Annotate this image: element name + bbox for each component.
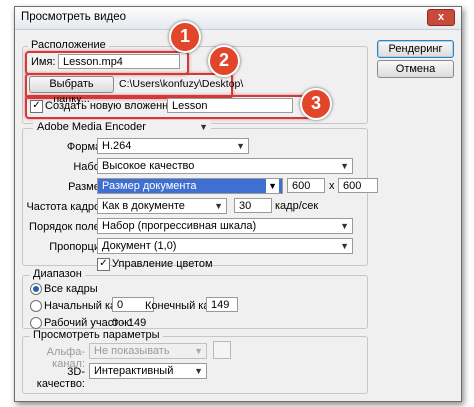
chevron-down-icon: ▼ [266, 179, 279, 193]
range-legend: Диапазон [30, 268, 85, 280]
work-area-value: 0 - 149 [112, 317, 147, 329]
chevron-down-icon: ▼ [340, 241, 349, 251]
chevron-down-icon: ▼ [194, 366, 203, 376]
cancel-button[interactable]: Отмена [377, 60, 454, 78]
chevron-down-icon: ▼ [214, 201, 223, 211]
height-input[interactable]: 600 [338, 178, 378, 193]
alpha-color-swatch[interactable] [213, 341, 231, 359]
preset-value: Высокое качество [102, 160, 195, 172]
name-label: Имя: [31, 56, 56, 68]
chevron-down-icon: ▼ [194, 346, 203, 356]
framerate-value: Как в документе [102, 200, 185, 212]
render-options-legend: Просмотреть параметры [30, 329, 163, 341]
render-button[interactable]: Рендеринг [377, 40, 454, 58]
quality-select[interactable]: Интерактивный ▼ [89, 363, 207, 379]
title-bar: Просмотреть видео x [15, 7, 461, 30]
location-legend: Расположение [28, 39, 109, 51]
render-video-dialog: Просмотреть видео x Рендеринг Отмена Рас… [14, 6, 462, 402]
quality-value: Интерактивный [94, 365, 174, 377]
encoder-value: Adobe Media Encoder [37, 121, 146, 133]
file-name-input[interactable]: Lesson.mp4 [58, 54, 180, 69]
quality-label: 3D-качество: [36, 366, 85, 390]
preset-select[interactable]: Высокое качество ▼ [97, 158, 353, 174]
dialog-title: Просмотреть видео [21, 11, 127, 23]
chevron-down-icon: ▼ [340, 221, 349, 231]
all-frames-radio[interactable] [30, 283, 42, 295]
choose-folder-button[interactable]: Выбрать папку... [29, 76, 114, 105]
all-frames-label: Все кадры [44, 283, 98, 295]
annotation-badge-2: 2 [208, 45, 240, 77]
format-select[interactable]: H.264 ▼ [97, 138, 249, 154]
aspect-select[interactable]: Документ (1,0) ▼ [97, 238, 353, 254]
framerate-select[interactable]: Как в документе ▼ [97, 198, 227, 214]
chevron-down-icon: ▼ [340, 161, 349, 171]
work-area-radio[interactable] [30, 317, 42, 329]
annotation-badge-3: 3 [300, 88, 332, 120]
size-select[interactable]: Размер документа ▼ [97, 178, 283, 194]
encoder-select[interactable]: Adobe Media Encoder ▼ [33, 120, 211, 136]
color-manage-label: Управление цветом [112, 258, 213, 270]
create-subfolder-checkbox[interactable]: ✓ [30, 100, 43, 113]
size-value: Размер документа [102, 180, 197, 192]
end-frame-input[interactable]: 149 [206, 297, 238, 312]
annotation-badge-1: 1 [169, 21, 201, 53]
color-manage-checkbox[interactable]: ✓ [97, 258, 110, 271]
folder-path: C:\Users\konfuzy\Desktop\ [119, 78, 244, 90]
times-sign: x [329, 180, 335, 192]
close-button[interactable]: x [427, 9, 455, 26]
start-frame-radio[interactable] [30, 300, 42, 312]
fps-unit: кадр/сек [275, 200, 319, 212]
width-input[interactable]: 600 [287, 178, 325, 193]
subfolder-name-input[interactable]: Lesson [167, 98, 293, 113]
field-order-select[interactable]: Набор (прогрессивная шкала) ▼ [97, 218, 353, 234]
fps-input[interactable]: 30 [234, 198, 272, 213]
alpha-value: Не показывать [94, 345, 170, 357]
alpha-select[interactable]: Не показывать ▼ [89, 343, 207, 359]
chevron-down-icon: ▼ [199, 122, 208, 132]
aspect-value: Документ (1,0) [102, 240, 177, 252]
field-order-value: Набор (прогрессивная шкала) [102, 220, 257, 232]
chevron-down-icon: ▼ [236, 141, 245, 151]
format-value: H.264 [102, 140, 132, 152]
